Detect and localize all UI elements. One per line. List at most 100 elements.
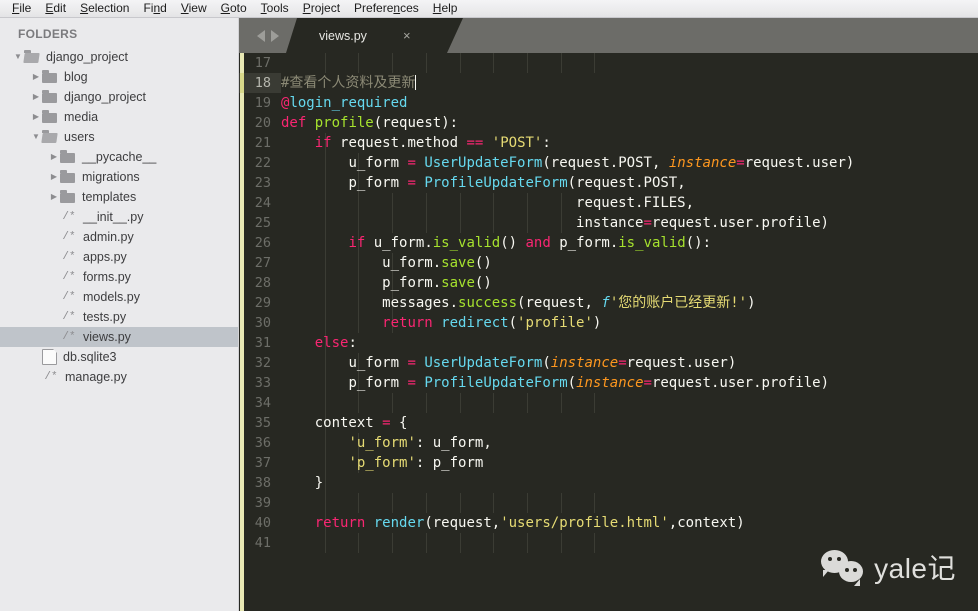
- sublime-text-window: File Edit Selection Find View Goto Tools Projec…: [0, 0, 978, 611]
- menu-edit[interactable]: Edit: [38, 0, 73, 17]
- code-line-37[interactable]: 37 'p_form': p_form: [239, 453, 978, 473]
- tree-item-migrations[interactable]: ▶ migrations: [0, 167, 238, 187]
- tree-item-db-sqlite3[interactable]: · db.sqlite3: [0, 347, 238, 367]
- tree-spacer: ·: [48, 267, 60, 287]
- code-line-23[interactable]: 23 p_form = ProfileUpdateForm(request.PO…: [239, 173, 978, 193]
- line-number: 36: [254, 435, 271, 451]
- tree-item-apps-py[interactable]: ·/* apps.py: [0, 247, 238, 267]
- code-line-17[interactable]: 17: [239, 53, 978, 73]
- code-line-22[interactable]: 22 u_form = UserUpdateForm(request.POST,…: [239, 153, 978, 173]
- line-number: 25: [254, 215, 271, 231]
- code-text: p_form = ProfileUpdateForm(instance=requ…: [348, 375, 829, 391]
- tree-item-label: media: [64, 110, 99, 124]
- chevron-down-icon[interactable]: ▼: [12, 47, 24, 67]
- code-text: request.FILES,: [576, 195, 695, 211]
- tree-item-models-py[interactable]: ·/* models.py: [0, 287, 238, 307]
- arrow-left-icon[interactable]: [257, 29, 265, 42]
- close-icon[interactable]: ×: [403, 29, 411, 42]
- menu-file[interactable]: File: [5, 0, 38, 17]
- tree-item-label: models.py: [83, 290, 140, 304]
- code-line-25[interactable]: 25 instance=request.user.profile): [239, 213, 978, 233]
- line-number: 39: [254, 495, 271, 511]
- code-line-35[interactable]: 35 context = {: [239, 413, 978, 433]
- tree-spacer: ·: [48, 327, 60, 347]
- line-number: 21: [254, 135, 271, 151]
- chevron-down-icon[interactable]: ▼: [30, 127, 42, 147]
- line-number: 22: [254, 155, 271, 171]
- code-lines[interactable]: 17 18 #查看个人资料及更新 19 @login_required 20 def pro…: [239, 53, 978, 611]
- menu-find[interactable]: Find: [136, 0, 173, 17]
- tree-item-django-project[interactable]: ▼ django_project: [0, 47, 238, 67]
- code-line-18[interactable]: 18 #查看个人资料及更新: [239, 73, 978, 93]
- tree-item-init-py[interactable]: ·/* __init__.py: [0, 207, 238, 227]
- code-line-40[interactable]: 40 return render(request,'users/profile.…: [239, 513, 978, 533]
- line-number: 41: [254, 535, 271, 551]
- menu-preferences[interactable]: Preferences: [347, 0, 426, 17]
- menu-tools[interactable]: Tools: [254, 0, 296, 17]
- line-number: 23: [254, 175, 271, 191]
- python-file-icon: /*: [62, 311, 76, 323]
- tree-item-templates[interactable]: ▶ templates: [0, 187, 238, 207]
- tree-item-label: admin.py: [83, 230, 134, 244]
- code-line-24[interactable]: 24 request.FILES,: [239, 193, 978, 213]
- file-tree-list[interactable]: ▼ django_project ▶ blog ▶ django_project ▶ medi…: [0, 47, 238, 387]
- tree-spacer: ·: [48, 207, 60, 227]
- code-line-21[interactable]: 21 if request.method == 'POST':: [239, 133, 978, 153]
- code-line-20[interactable]: 20 def profile(request):: [239, 113, 978, 133]
- wechat-icon: [821, 550, 865, 586]
- code-line-30[interactable]: 30 return redirect('profile'): [239, 313, 978, 333]
- code-text: p_form = ProfileUpdateForm(request.POST,: [348, 175, 686, 191]
- arrow-right-icon[interactable]: [271, 29, 279, 42]
- code-line-27[interactable]: 27 u_form.save(): [239, 253, 978, 273]
- code-text: p_form.save(): [382, 275, 492, 291]
- menu-project[interactable]: Project: [296, 0, 347, 17]
- tab-views-py[interactable]: views.py ×: [286, 18, 463, 53]
- code-text: return redirect('profile'): [382, 315, 602, 331]
- tree-item-django-project[interactable]: ▶ django_project: [0, 87, 238, 107]
- code-line-29[interactable]: 29 messages.success(request, f'您的账户已经更新!…: [239, 293, 978, 313]
- tree-item-views-py[interactable]: ·/* views.py: [0, 327, 238, 347]
- code-line-38[interactable]: 38 }: [239, 473, 978, 493]
- folder-open-icon: [23, 49, 40, 63]
- sidebar-file-tree[interactable]: FOLDERS ▼ django_project ▶ blog ▶ django_proj…: [0, 18, 239, 611]
- line-number: 29: [254, 295, 271, 311]
- chevron-right-icon[interactable]: ▶: [30, 87, 42, 107]
- tree-item-label: tests.py: [83, 310, 127, 324]
- chevron-right-icon[interactable]: ▶: [48, 167, 60, 187]
- line-number: 20: [254, 115, 271, 131]
- folder-icon: [42, 89, 58, 103]
- menu-view[interactable]: View: [174, 0, 214, 17]
- tree-item-manage-py[interactable]: ·/* manage.py: [0, 367, 238, 387]
- code-line-34[interactable]: 34: [239, 393, 978, 413]
- line-number: 17: [254, 55, 271, 71]
- tree-item-media[interactable]: ▶ media: [0, 107, 238, 127]
- tree-item-admin-py[interactable]: ·/* admin.py: [0, 227, 238, 247]
- chevron-right-icon[interactable]: ▶: [30, 107, 42, 127]
- code-line-39[interactable]: 39: [239, 493, 978, 513]
- code-editor[interactable]: 17 18 #查看个人资料及更新 19 @login_required 20 def pro…: [239, 53, 978, 611]
- code-line-33[interactable]: 33 p_form = ProfileUpdateForm(instance=r…: [239, 373, 978, 393]
- chevron-right-icon[interactable]: ▶: [30, 67, 42, 87]
- code-line-36[interactable]: 36 'u_form': u_form,: [239, 433, 978, 453]
- menu-selection[interactable]: Selection: [73, 0, 136, 17]
- code-line-31[interactable]: 31 else:: [239, 333, 978, 353]
- code-line-26[interactable]: 26 if u_form.is_valid() and p_form.is_va…: [239, 233, 978, 253]
- line-number: 30: [254, 315, 271, 331]
- menu-help[interactable]: Help: [426, 0, 465, 17]
- tree-item-tests-py[interactable]: ·/* tests.py: [0, 307, 238, 327]
- tree-item-forms-py[interactable]: ·/* forms.py: [0, 267, 238, 287]
- code-line-28[interactable]: 28 p_form.save(): [239, 273, 978, 293]
- main-body: FOLDERS ▼ django_project ▶ blog ▶ django_proj…: [0, 18, 978, 611]
- chevron-right-icon[interactable]: ▶: [48, 187, 60, 207]
- watermark-text: yale记: [874, 553, 956, 584]
- code-line-32[interactable]: 32 u_form = UserUpdateForm(instance=requ…: [239, 353, 978, 373]
- code-text: if u_form.is_valid() and p_form.is_valid…: [348, 235, 711, 251]
- code-line-19[interactable]: 19 @login_required: [239, 93, 978, 113]
- menu-goto[interactable]: Goto: [214, 0, 254, 17]
- tree-item-pycache[interactable]: ▶ __pycache__: [0, 147, 238, 167]
- tree-item-label: blog: [64, 70, 88, 84]
- active-line-marker: [240, 73, 244, 93]
- chevron-right-icon[interactable]: ▶: [48, 147, 60, 167]
- tree-item-blog[interactable]: ▶ blog: [0, 67, 238, 87]
- tree-item-users[interactable]: ▼ users: [0, 127, 238, 147]
